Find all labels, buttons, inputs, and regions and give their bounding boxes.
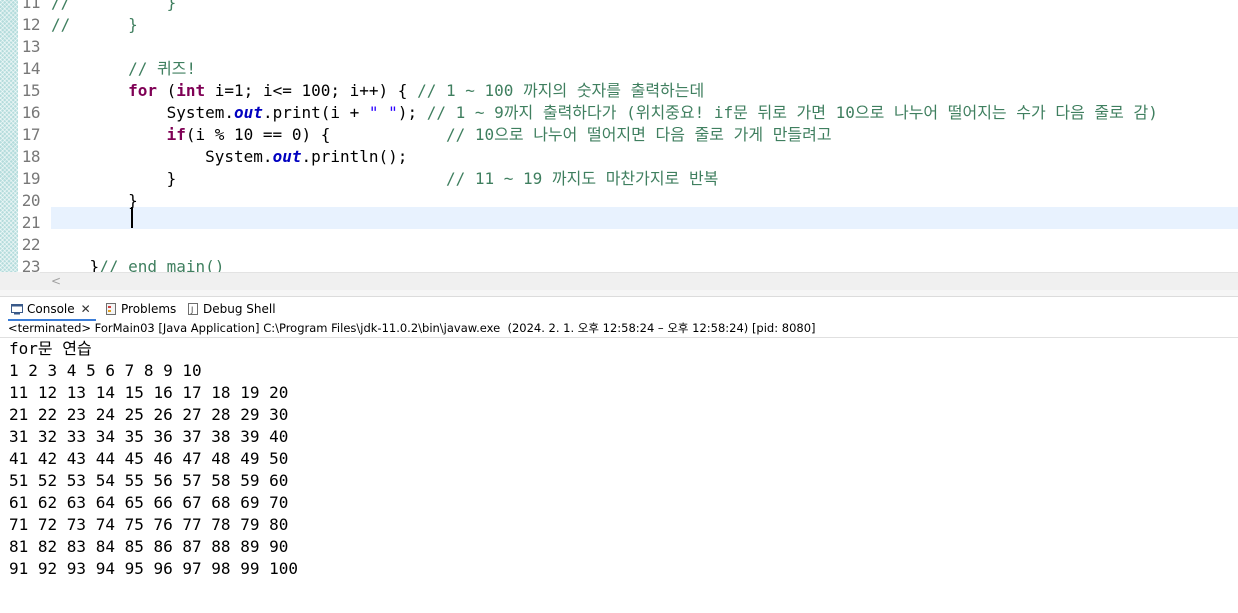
debug-shell-icon: J <box>188 303 198 315</box>
code-text: // 퀴즈! <box>51 58 196 80</box>
code-text: // } <box>51 0 176 14</box>
code-token: // 1 ~ 9까지 출력하다가 (위치중요! if문 뒤로 가면 10으로 나… <box>426 103 1158 122</box>
tab-debug-shell[interactable]: J Debug Shell <box>187 297 276 321</box>
console-output-line: 11 12 13 14 15 16 17 18 19 20 <box>9 383 298 402</box>
tab-console-label: Console <box>27 302 75 316</box>
code-token: System. <box>51 103 235 122</box>
code-text: for (int i=1; i<= 100; i++) { // 1 ~ 100… <box>51 80 704 102</box>
line-number: 11 <box>21 0 41 12</box>
code-text: System.out.print(i + " "); // 1 ~ 9까지 출력… <box>51 102 1158 124</box>
console-status-line: <terminated> ForMain03 [Java Application… <box>8 321 816 335</box>
view-separator[interactable] <box>0 290 1238 297</box>
code-line: 18 System.out.println(); <box>0 146 1238 168</box>
code-line: 22 <box>0 234 1238 256</box>
console-output-line: 91 92 93 94 95 96 97 98 99 100 <box>9 559 308 578</box>
console-output-line: 51 52 53 54 55 56 57 58 59 60 <box>9 471 298 490</box>
line-number: 23 <box>21 257 41 272</box>
console-icon <box>11 304 23 315</box>
code-token: } <box>51 191 138 210</box>
code-token: // end main() <box>99 257 225 272</box>
code-token: int <box>176 81 206 100</box>
code-token: out <box>234 103 263 122</box>
code-editor[interactable]: 11// } 12// } 13 14 // 퀴즈! 15 for (int i=1; … <box>0 0 1238 272</box>
code-token: .println(); <box>301 147 408 166</box>
code-token: // } <box>51 0 177 12</box>
code-text: } <box>51 190 138 212</box>
code-token: } <box>51 169 446 188</box>
code-token: // } <box>51 15 138 34</box>
problems-icon <box>106 303 116 315</box>
console-output-line: for문 연습 <box>9 339 92 358</box>
close-icon[interactable]: ✕ <box>81 297 91 321</box>
code-text: } // 11 ~ 19 까지도 마찬가지로 반복 <box>51 168 719 190</box>
line-number: 22 <box>21 235 41 254</box>
code-text: System.out.println(); <box>51 146 407 168</box>
console-output-line: 81 82 83 84 85 86 87 88 89 90 <box>9 537 298 556</box>
code-token: ); <box>397 103 427 122</box>
code-token: System. <box>51 147 273 166</box>
line-number: 13 <box>21 37 41 56</box>
console-output-line: 71 72 73 74 75 76 77 78 79 80 <box>9 515 298 534</box>
code-text: if(i % 10 == 0) { // 10으로 나누어 떨어지면 다음 줄로… <box>51 124 832 146</box>
console-output[interactable]: for문 연습 1 2 3 4 5 6 7 8 9 10 11 12 13 14 … <box>9 338 1229 580</box>
code-token: ( <box>156 81 177 100</box>
code-text: // } <box>51 14 138 36</box>
code-line: 14 // 퀴즈! <box>0 58 1238 80</box>
tab-problems[interactable]: Problems <box>105 297 176 321</box>
code-line: 17 if(i % 10 == 0) { // 10으로 나누어 떨어지면 다음… <box>0 124 1238 146</box>
line-number: 17 <box>21 125 41 144</box>
code-token: // 퀴즈! <box>128 59 197 78</box>
code-line: 16 System.out.print(i + " "); // 1 ~ 9까지… <box>0 102 1238 124</box>
editor-bottom-corner <box>0 272 40 290</box>
console-output-line: 41 42 43 44 45 46 47 48 49 50 <box>9 449 298 468</box>
tab-problems-label: Problems <box>121 302 177 316</box>
code-token: .print(i + <box>262 103 369 122</box>
scroll-left-arrow-icon[interactable]: < <box>51 274 61 288</box>
line-number: 21 <box>21 213 41 232</box>
code-line: 23 }// end main() <box>0 256 1238 272</box>
code-text: }// end main() <box>51 256 225 272</box>
code-token: (i % 10 == 0) { <box>185 125 446 144</box>
code-token: } <box>51 257 100 272</box>
line-number: 14 <box>21 59 41 78</box>
tab-debug-shell-label: Debug Shell <box>203 302 276 316</box>
horizontal-scrollbar[interactable]: < <box>40 272 1238 291</box>
line-number: 16 <box>21 103 41 122</box>
code-line: 15 for (int i=1; i<= 100; i++) { // 1 ~ … <box>0 80 1238 102</box>
console-output-line: 31 32 33 34 35 36 37 38 39 40 <box>9 427 298 446</box>
svg-text:J: J <box>190 306 193 315</box>
console-output-line: 1 2 3 4 5 6 7 8 9 10 <box>9 361 212 380</box>
tab-console[interactable]: Console ✕ <box>11 297 91 321</box>
code-token: for <box>128 81 157 100</box>
code-line: 11 // } <box>0 0 1238 14</box>
code-token: // 11 ~ 19 까지도 마찬가지로 반복 <box>445 169 719 188</box>
code-token: // 1 ~ 100 까지의 숫자를 출력하는데 <box>417 81 705 100</box>
code-token: // 10으로 나누어 떨어지면 다음 줄로 가게 만들려고 <box>445 125 832 144</box>
code-token: out <box>272 147 302 166</box>
line-number: 20 <box>21 191 41 210</box>
view-tab-bar: Console ✕ Problems J Debug Shell <box>0 297 1238 321</box>
code-line: 13 <box>0 36 1238 58</box>
code-token: " " <box>368 103 398 122</box>
code-line: 20 } <box>0 190 1238 212</box>
code-line: 19 } // 11 ~ 19 까지도 마찬가지로 반복 <box>0 168 1238 190</box>
line-number: 12 <box>21 15 41 34</box>
text-caret <box>131 207 133 228</box>
line-number: 19 <box>21 169 41 188</box>
line-number: 18 <box>21 147 41 166</box>
console-output-line: 21 22 23 24 25 26 27 28 29 30 <box>9 405 298 424</box>
code-line: 12 // } <box>0 14 1238 36</box>
line-number: 15 <box>21 81 41 100</box>
code-token: if <box>166 125 186 144</box>
console-output-line: 61 62 63 64 65 66 67 68 69 70 <box>9 493 298 512</box>
code-line: 21 <box>0 212 1238 234</box>
code-token: i=1; i<= 100; i++) { <box>205 81 418 100</box>
